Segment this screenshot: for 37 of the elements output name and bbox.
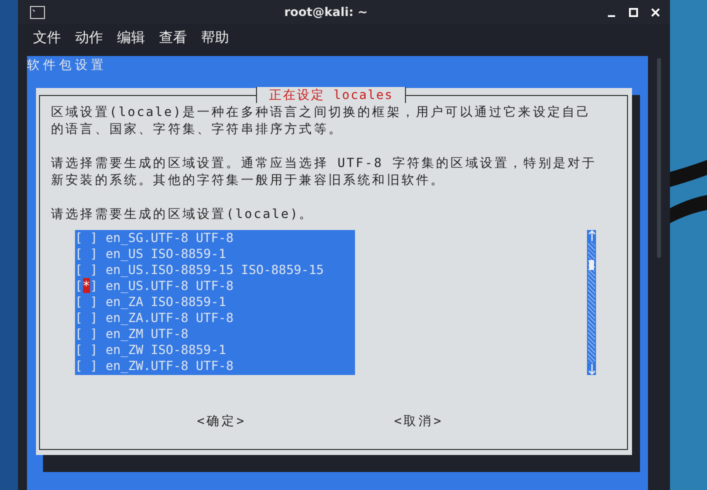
- paragraph: 请选择需要生成的区域设置(locale)。: [51, 205, 315, 222]
- checkbox[interactable]: [ ]: [75, 262, 98, 277]
- menu-item[interactable]: 查看: [159, 29, 187, 47]
- checkbox[interactable]: [ ]: [75, 294, 98, 309]
- menu-item[interactable]: 文件: [33, 29, 61, 47]
- checkbox[interactable]: [ ]: [75, 246, 98, 261]
- dialog-title: 正在设定 locales: [256, 87, 406, 103]
- locale-option[interactable]: en_US.ISO-8859-15 ISO-8859-15: [106, 262, 324, 277]
- locale-option[interactable]: en_ZA.UTF-8 UTF-8: [106, 310, 234, 325]
- list-scrollbar[interactable]: [587, 230, 596, 375]
- locale-option[interactable]: en_US ISO-8859-1: [106, 246, 226, 261]
- arrow-up-icon[interactable]: [588, 230, 596, 242]
- locale-option[interactable]: en_US.UTF-8 UTF-8: [106, 278, 234, 293]
- locale-option[interactable]: en_ZA ISO-8859-1: [106, 294, 226, 309]
- checkbox[interactable]: [*]: [75, 278, 98, 293]
- dialog-button[interactable]: <取消>: [394, 413, 444, 430]
- window-title: root@kali: ~: [283, 5, 369, 19]
- paragraph: 区域设置(locale)是一种在多种语言之间切换的框架，用户可以通过它来设定自己的语言、国家、字符集、字符串排序方式等。: [51, 103, 592, 137]
- locale-option[interactable]: en_ZW ISO-8859-1: [106, 342, 226, 357]
- menu-item[interactable]: 编辑: [117, 29, 145, 47]
- backtitle: 软件包设置: [27, 56, 108, 74]
- menu-item[interactable]: 帮助: [201, 29, 229, 47]
- checkbox[interactable]: [ ]: [75, 358, 98, 373]
- arrow-down-icon[interactable]: [588, 363, 596, 375]
- locale-option[interactable]: en_ZM UTF-8: [106, 326, 188, 341]
- checkbox[interactable]: [ ]: [75, 310, 98, 325]
- maximize-icon[interactable]: [629, 8, 638, 16]
- menu-item[interactable]: 动作: [75, 29, 103, 47]
- dialog-button[interactable]: <确定>: [197, 413, 246, 430]
- close-icon[interactable]: [651, 8, 660, 16]
- terminal-icon: [30, 6, 45, 18]
- paragraph: 请选择需要生成的区域设置。通常应当选择 UTF-8 字符集的区域设置，特别是对于新安装的系统。其他的字符集一般用于兼容旧系统和旧软件。: [51, 154, 598, 188]
- checkbox[interactable]: [ ]: [75, 326, 98, 341]
- checkbox[interactable]: [ ]: [75, 342, 98, 357]
- locale-option[interactable]: en_ZW.UTF-8 UTF-8: [106, 358, 234, 373]
- locale-option[interactable]: en_SG.UTF-8 UTF-8: [106, 230, 234, 245]
- checkbox[interactable]: [ ]: [75, 230, 98, 245]
